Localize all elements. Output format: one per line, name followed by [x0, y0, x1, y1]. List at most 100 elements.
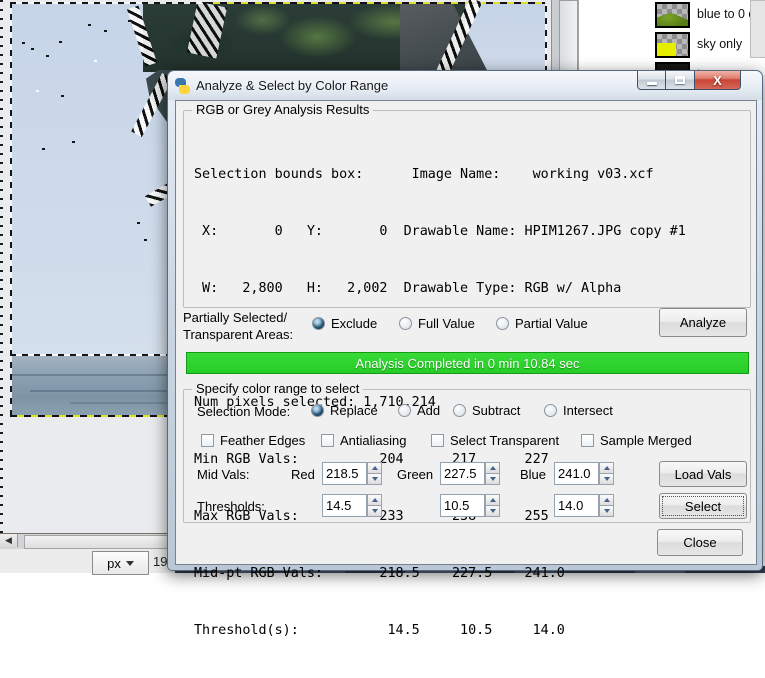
spin-up-icon[interactable]	[485, 462, 500, 474]
speckle-white	[94, 60, 97, 62]
spin-down-icon[interactable]	[485, 474, 500, 485]
layer-thumbnail-content	[657, 13, 688, 26]
maximize-button[interactable]	[666, 71, 694, 90]
spin-up-icon[interactable]	[599, 462, 614, 474]
layer-boundary-top	[206, 2, 547, 4]
thresholds-label: Thresholds:	[197, 499, 265, 514]
green-threshold-spinner	[485, 494, 500, 517]
speckle	[72, 141, 75, 143]
window-controls: X	[637, 71, 741, 90]
green-mid-input[interactable]	[440, 462, 485, 485]
checkbox-icon	[581, 434, 594, 447]
spin-down-icon[interactable]	[367, 506, 382, 517]
red-threshold-spinner	[367, 494, 382, 517]
specify-group-label: Specify color range to select	[192, 381, 363, 396]
radio-add[interactable]: Add	[398, 403, 440, 418]
radio-replace[interactable]: Replace	[311, 403, 378, 418]
speckle-white	[36, 90, 39, 92]
dialog-title: Analyze & Select by Color Range	[196, 78, 388, 93]
layer-thumbnail-content	[657, 43, 676, 56]
spin-up-icon[interactable]	[367, 462, 382, 474]
checkbox-icon	[201, 434, 214, 447]
speckle	[104, 30, 107, 32]
speckle	[22, 42, 25, 44]
results-group-label: RGB or Grey Analysis Results	[192, 102, 373, 117]
close-button[interactable]: Close	[657, 529, 743, 556]
red-mid-input[interactable]	[322, 462, 367, 485]
analyze-button[interactable]: Analyze	[659, 308, 747, 337]
blue-threshold-input[interactable]	[554, 494, 599, 517]
green-label: Green	[397, 467, 433, 482]
selection-ants-right	[545, 2, 547, 72]
radio-intersect[interactable]: Intersect	[544, 403, 613, 418]
scroll-left-arrow-icon[interactable]: ◀	[0, 534, 18, 547]
radio-icon	[544, 404, 557, 417]
radio-icon	[312, 317, 325, 330]
radio-icon	[453, 404, 466, 417]
load-vals-button[interactable]: Load Vals	[659, 461, 747, 487]
speckle	[144, 239, 147, 241]
layer-thumbnail[interactable]	[655, 2, 690, 28]
spin-down-icon[interactable]	[367, 474, 382, 485]
layer-thumbnail[interactable]	[655, 32, 690, 58]
selection-mode-label: Selection Mode:	[197, 404, 290, 419]
spin-up-icon[interactable]	[485, 494, 500, 506]
blue-mid-spinner	[599, 462, 614, 485]
spin-up-icon[interactable]	[367, 494, 382, 506]
layer-name[interactable]: sky only	[697, 37, 742, 51]
radio-subtract[interactable]: Subtract	[453, 403, 520, 418]
selection-ticks-edge	[0, 0, 3, 533]
panel-scrollbar[interactable]	[750, 0, 765, 58]
analysis-status-bar: Analysis Completed in 0 min 10.84 sec	[186, 352, 749, 374]
checkbox-antialiasing[interactable]: Antialiasing	[321, 433, 407, 448]
green-threshold-input[interactable]	[440, 494, 485, 517]
checkbox-icon	[431, 434, 444, 447]
checkbox-sample-merged[interactable]: Sample Merged	[581, 433, 692, 448]
speckle	[128, 20, 131, 22]
red-threshold-input[interactable]	[322, 494, 367, 517]
minimize-icon	[647, 82, 657, 85]
speckle	[42, 148, 45, 150]
results-groupbox: RGB or Grey Analysis Results Selection b…	[183, 110, 751, 308]
radio-icon	[496, 317, 509, 330]
partial-areas-label: Partially Selected/ Transparent Areas:	[183, 309, 293, 343]
maximize-icon	[675, 76, 685, 84]
blue-mid-input[interactable]	[554, 462, 599, 485]
close-window-button[interactable]: X	[694, 71, 741, 90]
speckle	[137, 222, 140, 224]
checkbox-select-transparent[interactable]: Select Transparent	[431, 433, 559, 448]
green-mid-spinner	[485, 462, 500, 485]
select-button[interactable]: Select	[659, 493, 747, 519]
mid-vals-label: Mid Vals:	[197, 467, 250, 482]
radio-exclude[interactable]: Exclude	[312, 316, 377, 331]
selection-ants-horizon	[10, 354, 183, 356]
checkbox-icon	[321, 434, 334, 447]
spin-down-icon[interactable]	[599, 506, 614, 517]
chevron-down-icon	[126, 561, 134, 566]
spin-down-icon[interactable]	[485, 506, 500, 517]
radio-icon	[311, 404, 324, 417]
spin-down-icon[interactable]	[599, 474, 614, 485]
blue-threshold-spinner	[599, 494, 614, 517]
unit-selector[interactable]: px	[92, 551, 149, 575]
radio-partial-value[interactable]: Partial Value	[496, 316, 588, 331]
speckle	[88, 24, 91, 26]
speckle	[31, 48, 34, 50]
red-label: Red	[291, 467, 315, 482]
layer-name[interactable]: blue to 0 o	[697, 7, 755, 21]
layer-row-blue-to-0[interactable]: blue to 0 o	[579, 1, 765, 29]
checkbox-feather-edges[interactable]: Feather Edges	[201, 433, 305, 448]
layer-boundary-bottom	[10, 415, 183, 417]
radio-full-value[interactable]: Full Value	[399, 316, 475, 331]
selection-ants-top	[10, 2, 206, 4]
minimize-button[interactable]	[637, 71, 666, 90]
spin-up-icon[interactable]	[599, 494, 614, 506]
speckle	[61, 95, 64, 97]
python-icon	[174, 78, 190, 94]
dialog-client-area: RGB or Grey Analysis Results Selection b…	[175, 100, 757, 565]
speckle	[59, 41, 62, 43]
red-mid-spinner	[367, 462, 382, 485]
close-icon: X	[713, 74, 722, 87]
blue-label: Blue	[520, 467, 546, 482]
layer-row-sky-only[interactable]: sky only	[579, 31, 765, 59]
